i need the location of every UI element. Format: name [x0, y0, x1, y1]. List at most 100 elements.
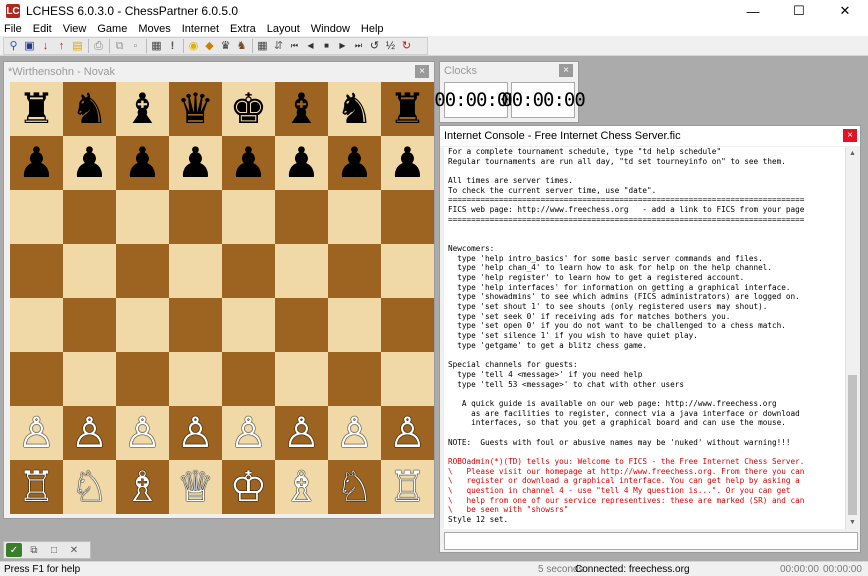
white-piece[interactable]: ♔ — [230, 466, 268, 508]
square-f8[interactable]: ♝ — [275, 82, 328, 136]
white-piece[interactable]: ♙ — [177, 412, 215, 454]
square-a2[interactable]: ♙ — [10, 406, 63, 460]
black-piece[interactable]: ♟ — [124, 142, 162, 184]
square-a3[interactable] — [10, 352, 63, 406]
square-c2[interactable]: ♙ — [116, 406, 169, 460]
square-d8[interactable]: ♛ — [169, 82, 222, 136]
square-d1[interactable]: ♕ — [169, 460, 222, 514]
square-c1[interactable]: ♗ — [116, 460, 169, 514]
square-e8[interactable]: ♚ — [222, 82, 275, 136]
square-h8[interactable]: ♜ — [381, 82, 434, 136]
white-piece[interactable]: ♙ — [336, 412, 374, 454]
black-piece[interactable]: ♛ — [177, 88, 215, 130]
white-piece[interactable]: ♙ — [18, 412, 56, 454]
last-move-icon[interactable]: ⏭ — [351, 39, 366, 54]
black-piece[interactable]: ♜ — [389, 88, 427, 130]
white-piece[interactable]: ♙ — [283, 412, 321, 454]
square-d5[interactable] — [169, 244, 222, 298]
black-piece[interactable]: ♝ — [283, 88, 321, 130]
print-icon[interactable]: ⎙ — [91, 39, 106, 54]
black-piece[interactable]: ♜ — [18, 88, 56, 130]
pieces-icon[interactable]: ♞ — [234, 39, 249, 54]
square-b8[interactable]: ♞ — [63, 82, 116, 136]
next-move-icon[interactable]: ▶ — [335, 39, 350, 54]
square-c7[interactable]: ♟ — [116, 136, 169, 190]
flip-board-icon[interactable]: ⇵ — [271, 39, 286, 54]
square-f4[interactable] — [275, 298, 328, 352]
white-piece[interactable]: ♗ — [283, 466, 321, 508]
board-icon[interactable]: ▦ — [255, 39, 270, 54]
white-piece[interactable]: ♙ — [389, 412, 427, 454]
square-c6[interactable] — [116, 190, 169, 244]
menu-view[interactable]: View — [63, 23, 87, 35]
paste-icon[interactable]: ▫ — [128, 39, 143, 54]
draw-offer-icon[interactable]: ½ — [383, 39, 398, 54]
black-piece[interactable]: ♟ — [18, 142, 56, 184]
square-d3[interactable] — [169, 352, 222, 406]
clocks-window-close-button[interactable]: × — [559, 64, 573, 77]
black-piece[interactable]: ♟ — [177, 142, 215, 184]
menu-window[interactable]: Window — [311, 23, 350, 35]
black-piece[interactable]: ♟ — [336, 142, 374, 184]
square-b3[interactable] — [63, 352, 116, 406]
black-piece[interactable]: ♝ — [124, 88, 162, 130]
square-a5[interactable] — [10, 244, 63, 298]
square-g3[interactable] — [328, 352, 381, 406]
app-doc-icon[interactable]: ✓ — [6, 543, 22, 557]
square-c5[interactable] — [116, 244, 169, 298]
square-e5[interactable] — [222, 244, 275, 298]
menu-moves[interactable]: Moves — [138, 23, 170, 35]
square-f1[interactable]: ♗ — [275, 460, 328, 514]
chess-board[interactable]: ♜ ♞ ♝ ♛ ♚ ♝ ♞ ♜ ♟ ♟ ♟ ♟ ♟ ♟ ♟ ♟ ♙ ♙ ♙ ♙ ♙ ♙ ♙ ♙ ♖ ♘ ♗ ♕ ♔ ♗ ♘ ♖ — [10, 82, 434, 514]
white-piece[interactable]: ♗ — [124, 466, 162, 508]
square-d6[interactable] — [169, 190, 222, 244]
close-button[interactable]: ✕ — [822, 0, 868, 22]
square-g7[interactable]: ♟ — [328, 136, 381, 190]
menu-internet[interactable]: Internet — [182, 23, 219, 35]
hint-icon[interactable]: ◆ — [202, 39, 217, 54]
square-d2[interactable]: ♙ — [169, 406, 222, 460]
white-piece[interactable]: ♘ — [71, 466, 109, 508]
console-close-button[interactable]: × — [843, 129, 857, 142]
console-scrollbar[interactable]: ▲ ▼ — [845, 147, 858, 529]
square-b6[interactable] — [63, 190, 116, 244]
scroll-thumb[interactable] — [848, 375, 857, 515]
minimize-button[interactable]: — — [730, 0, 776, 22]
square-e1[interactable]: ♔ — [222, 460, 275, 514]
square-b5[interactable] — [63, 244, 116, 298]
square-a8[interactable]: ♜ — [10, 82, 63, 136]
menu-layout[interactable]: Layout — [267, 23, 300, 35]
black-piece[interactable]: ♞ — [336, 88, 374, 130]
scroll-up-icon[interactable]: ▲ — [846, 147, 859, 160]
square-c3[interactable] — [116, 352, 169, 406]
square-g8[interactable]: ♞ — [328, 82, 381, 136]
square-h4[interactable] — [381, 298, 434, 352]
square-e3[interactable] — [222, 352, 275, 406]
square-c4[interactable] — [116, 298, 169, 352]
square-c8[interactable]: ♝ — [116, 82, 169, 136]
restore-icon[interactable]: ⧉ — [26, 543, 42, 557]
open-folder-icon[interactable]: ▤ — [70, 39, 85, 54]
square-a6[interactable] — [10, 190, 63, 244]
white-piece[interactable]: ♘ — [336, 466, 374, 508]
white-piece[interactable]: ♕ — [177, 466, 215, 508]
exclamation-icon[interactable]: ! — [165, 39, 180, 54]
down-arrow-icon[interactable]: ↓ — [38, 39, 53, 54]
square-h5[interactable] — [381, 244, 434, 298]
board-window-close-button[interactable]: × — [415, 65, 429, 78]
resign-icon[interactable]: ↻ — [399, 39, 414, 54]
engine-icon[interactable]: ▦ — [149, 39, 164, 54]
square-g2[interactable]: ♙ — [328, 406, 381, 460]
square-g1[interactable]: ♘ — [328, 460, 381, 514]
square-h7[interactable]: ♟ — [381, 136, 434, 190]
white-piece[interactable]: ♙ — [71, 412, 109, 454]
square-e4[interactable] — [222, 298, 275, 352]
white-piece[interactable]: ♙ — [124, 412, 162, 454]
white-piece[interactable]: ♖ — [18, 466, 56, 508]
square-f5[interactable] — [275, 244, 328, 298]
square-d7[interactable]: ♟ — [169, 136, 222, 190]
square-b1[interactable]: ♘ — [63, 460, 116, 514]
search-icon[interactable]: ⚲ — [6, 39, 21, 54]
square-f2[interactable]: ♙ — [275, 406, 328, 460]
square-g4[interactable] — [328, 298, 381, 352]
